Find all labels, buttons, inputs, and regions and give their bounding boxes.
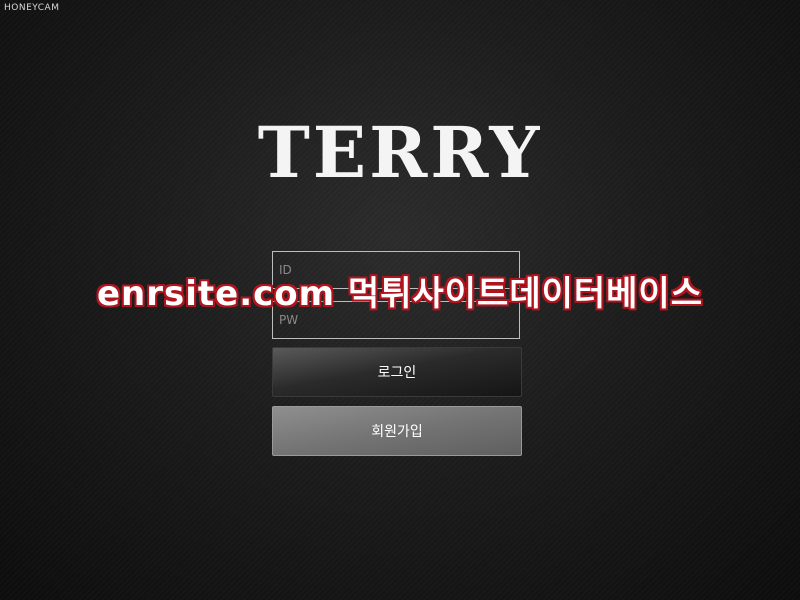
signup-button[interactable]: 회원가입 xyxy=(272,406,522,456)
site-logo: TERRY xyxy=(257,111,543,194)
pw-field-box[interactable] xyxy=(272,301,520,339)
id-field-box[interactable] xyxy=(272,251,520,289)
honeycam-tag: HONEYCAM xyxy=(4,3,60,13)
password-input[interactable] xyxy=(273,302,519,338)
id-input[interactable] xyxy=(273,252,519,288)
login-button[interactable]: 로그인 xyxy=(272,347,522,397)
